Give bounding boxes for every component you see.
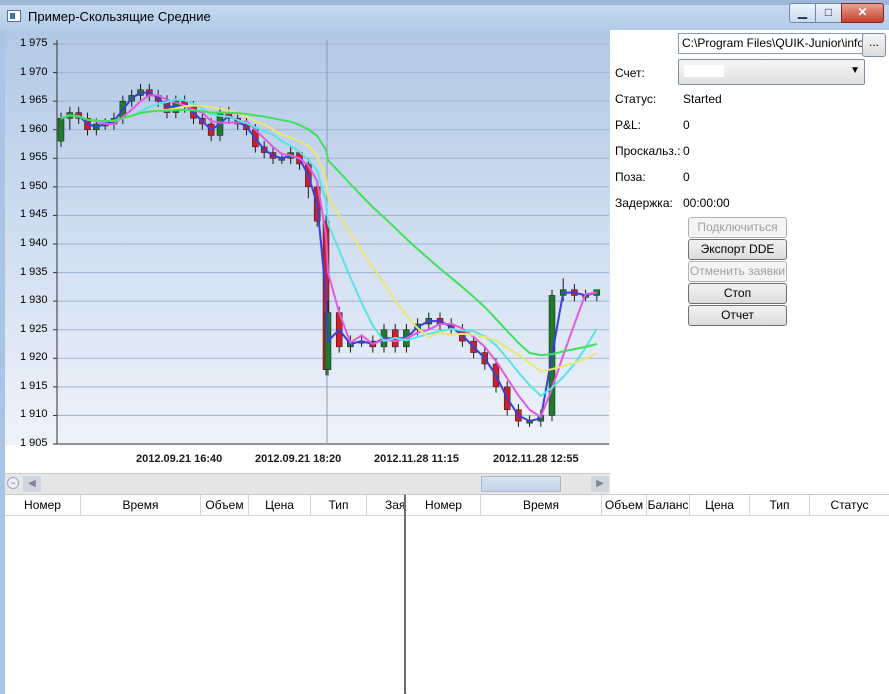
top-strip xyxy=(0,0,889,5)
client-area: 1 975 1 970 1 965 1 960 1 955 1 950 1 945 1 940… xyxy=(5,30,889,694)
x-tick-label: 2012.11.28 11:15 xyxy=(374,453,460,465)
scroll-left-button[interactable]: ◀ xyxy=(23,476,41,492)
candle-body xyxy=(57,118,65,142)
y-tick-label: 1 975 xyxy=(20,37,48,49)
pnl-label: P&L: xyxy=(615,118,642,132)
y-tick-label: 1 915 xyxy=(20,379,48,392)
orders-grid-header: Номер Время Объем Цена Тип Зая xyxy=(5,495,404,516)
chart-canvas xyxy=(53,40,609,445)
x-tick-label: 2012.11.28 12:55 xyxy=(493,453,579,465)
slippage-value: 0 xyxy=(683,144,690,158)
orders-grid[interactable]: Номер Время Объем Цена Тип Зая xyxy=(5,494,406,694)
y-tick-label: 1 930 xyxy=(20,294,48,307)
x-tick-label: 2012.09.21 18:20 xyxy=(255,453,342,465)
zoom-reset-icon[interactable]: − xyxy=(7,477,19,489)
status-label: Статус: xyxy=(615,92,657,106)
y-tick-label: 1 965 xyxy=(20,94,48,107)
y-tick-label: 1 960 xyxy=(20,122,48,135)
price-chart[interactable] xyxy=(5,30,610,445)
position-value: 0 xyxy=(683,170,690,184)
y-tick-label: 1 940 xyxy=(20,237,48,249)
orders-col-price[interactable]: Цена xyxy=(249,495,311,515)
chart-horizontal-scrollbar[interactable]: − ◀ ▶ xyxy=(5,473,610,494)
minimize-button[interactable]: ▁ xyxy=(789,3,816,23)
position-label: Поза: xyxy=(615,170,646,184)
y-tick-label: 1 905 xyxy=(20,437,48,449)
orders-col-number[interactable]: Номер xyxy=(5,495,81,515)
title-bar: Пример-Скользящие Средние ▁ □ ✕ xyxy=(0,0,889,30)
y-tick-label: 1 945 xyxy=(20,208,48,221)
y-tick-label: 1 950 xyxy=(20,179,48,192)
latency-label: Задержка: xyxy=(615,196,673,210)
trades-col-balance[interactable]: Баланс xyxy=(647,495,690,515)
y-tick-label: 1 935 xyxy=(20,265,48,278)
orders-col-order[interactable]: Зая xyxy=(367,495,404,515)
connect-button[interactable]: Подключиться xyxy=(688,217,787,238)
trades-grid[interactable]: Номер Время Объем Баланс Цена Тип Статус xyxy=(407,494,889,694)
pnl-value: 0 xyxy=(683,118,690,132)
quik-path-input[interactable]: C:\Program Files\QUIK-Junior\info xyxy=(678,33,865,54)
y-tick-label: 1 910 xyxy=(20,408,48,421)
orders-col-time[interactable]: Время xyxy=(81,495,201,515)
slippage-label: Проскальз.: xyxy=(615,144,681,158)
trades-col-time[interactable]: Время xyxy=(481,495,602,515)
latency-value: 00:00:00 xyxy=(683,196,730,210)
y-tick-label: 1 920 xyxy=(20,351,48,364)
cancel-orders-button[interactable]: Отменить заявки xyxy=(688,261,787,282)
app-icon xyxy=(7,10,21,22)
maximize-button[interactable]: □ xyxy=(815,3,842,23)
trades-col-volume[interactable]: Объем xyxy=(602,495,647,515)
y-tick-label: 1 970 xyxy=(20,65,48,78)
scroll-right-button[interactable]: ▶ xyxy=(591,476,609,492)
status-value: Started xyxy=(683,92,722,106)
trades-col-type[interactable]: Тип xyxy=(750,495,810,515)
browse-button[interactable]: ... xyxy=(862,33,886,57)
account-select[interactable]: ▼ xyxy=(678,59,865,85)
trades-col-number[interactable]: Номер xyxy=(407,495,481,515)
stop-button[interactable]: Стоп xyxy=(688,283,787,304)
orders-col-volume[interactable]: Объем xyxy=(201,495,249,515)
report-button[interactable]: Отчет xyxy=(688,305,787,326)
account-label: Счет: xyxy=(615,66,645,80)
account-selected-value xyxy=(684,65,724,77)
y-tick-label: 1 955 xyxy=(20,151,48,164)
trades-col-price[interactable]: Цена xyxy=(690,495,750,515)
x-tick-label: 2012.09.21 16:40 xyxy=(136,453,223,465)
window-title: Пример-Скользящие Средние xyxy=(28,9,211,24)
trades-col-status[interactable]: Статус xyxy=(810,495,889,515)
trades-grid-header: Номер Время Объем Баланс Цена Тип Статус xyxy=(407,495,889,516)
export-dde-button[interactable]: Экспорт DDE xyxy=(688,239,787,260)
orders-col-type[interactable]: Тип xyxy=(311,495,367,515)
chevron-down-icon: ▼ xyxy=(850,65,860,76)
scroll-thumb[interactable] xyxy=(481,476,561,492)
close-button[interactable]: ✕ xyxy=(841,3,884,23)
y-tick-label: 1 925 xyxy=(20,322,48,335)
